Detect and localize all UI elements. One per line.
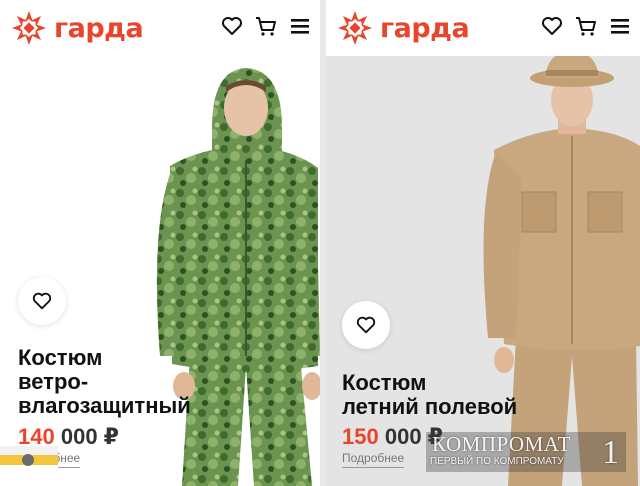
menu-icon[interactable] xyxy=(288,14,312,38)
cart-icon[interactable] xyxy=(254,14,278,38)
site-header: гарда xyxy=(326,0,640,56)
brand-name: гарда xyxy=(380,12,470,44)
heart-icon[interactable] xyxy=(220,14,244,38)
heart-icon xyxy=(356,316,376,334)
product-title: Костюм летний полевой xyxy=(342,371,640,419)
watermark-main: КОМПРОМАТ xyxy=(432,432,571,456)
details-link[interactable]: Подробнее xyxy=(342,451,405,468)
camo-suit-figure xyxy=(156,68,320,486)
title-line: летний полевой xyxy=(342,394,518,419)
favorite-button[interactable] xyxy=(342,301,390,349)
product-photo[interactable] xyxy=(0,56,320,486)
title-line: Костюм xyxy=(18,345,103,370)
heart-icon xyxy=(32,292,52,310)
brand-name: гарда xyxy=(54,12,144,44)
flag-emblem-icon xyxy=(0,446,58,474)
header-actions xyxy=(220,14,312,38)
screenshot-collage: гарда Костюм ветро- влагозащитный 140 00… xyxy=(0,0,640,486)
product-screen-left: гарда Костюм ветро- влагозащитный 140 00… xyxy=(0,0,320,486)
watermark: КОМПРОМАТ ПЕРВЫЙ ПО КОМПРОМАТУ 1 xyxy=(426,432,626,472)
site-header: гарда xyxy=(0,0,320,56)
product-title: Костюм ветро- влагозащитный xyxy=(18,346,318,418)
star-ornament-icon xyxy=(12,11,46,45)
price-rest: 000 ₽ xyxy=(60,424,119,449)
title-line: ветро- xyxy=(18,369,89,394)
title-line: Костюм xyxy=(342,370,427,395)
product-photo[interactable] xyxy=(326,52,640,486)
field-suit-figure xyxy=(483,52,640,486)
cart-icon[interactable] xyxy=(574,14,598,38)
product-screen-right: гарда Костюм летний полевой 150 000 ₽ По… xyxy=(326,0,640,486)
watermark-sub: ПЕРВЫЙ ПО КОМПРОМАТУ xyxy=(430,456,564,467)
watermark-number: 1 xyxy=(602,434,619,471)
price-thousands: 150 xyxy=(342,424,379,449)
title-line: влагозащитный xyxy=(18,393,191,418)
heart-icon[interactable] xyxy=(540,14,564,38)
menu-icon[interactable] xyxy=(608,14,632,38)
brand-logo[interactable]: гарда xyxy=(10,9,144,47)
header-actions xyxy=(540,14,632,38)
brand-logo[interactable]: гарда xyxy=(336,9,470,47)
favorite-button[interactable] xyxy=(18,277,66,325)
star-ornament-icon xyxy=(338,11,372,45)
